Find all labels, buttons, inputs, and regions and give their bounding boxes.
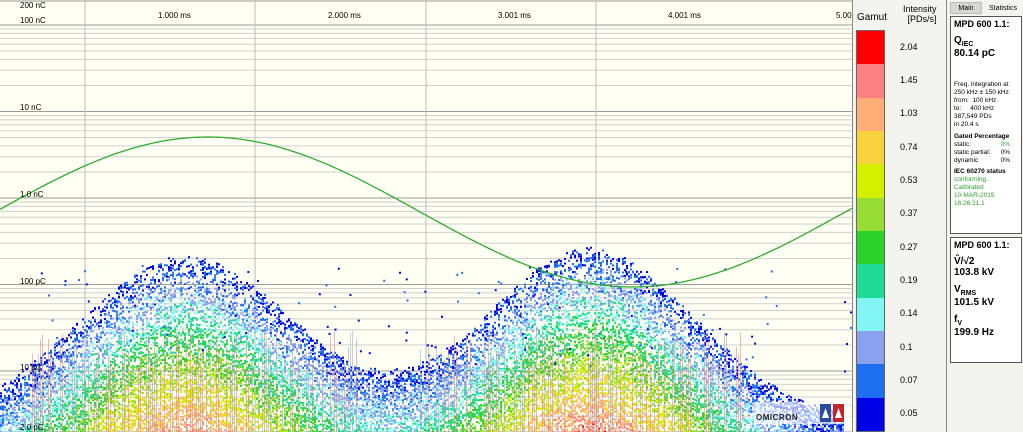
- freq-from: from: 100 kHz: [954, 97, 1018, 105]
- tab-main[interactable]: Main: [950, 2, 982, 14]
- y-label-1nc: 1.0 nC: [20, 190, 44, 199]
- tab-statistics[interactable]: Statistics: [984, 2, 1022, 14]
- gamut-band: [857, 197, 884, 232]
- static-partial-label: static partial:: [954, 149, 991, 156]
- panel-tabs: Main Statistics: [948, 2, 1023, 14]
- gamut-title: Gamut: [857, 12, 888, 23]
- intensity-title-line1: Intensity: [903, 4, 937, 14]
- gamut-value: 0.1: [900, 341, 913, 352]
- gated-dynamic: dynamic 0%: [954, 157, 1018, 165]
- gated-title: Gated Percentage: [954, 133, 1010, 140]
- x-label-1ms: 1.000 ms: [158, 11, 191, 20]
- iec-status-line1: conforming. Calibrated: [954, 176, 988, 191]
- from-label: from:: [954, 97, 969, 104]
- charge-box: MPD 600 1.1: QIEC 80.14 pC Freq. integra…: [950, 16, 1022, 234]
- v-peak-value: 103.8 kV: [954, 267, 995, 278]
- duration: in 20.4 s: [954, 121, 979, 128]
- gamut-band: [857, 264, 884, 299]
- freq-to: to: 400 kHz: [954, 105, 1018, 113]
- v-rms-subscript: RMS: [960, 290, 977, 297]
- intensity-title-line2: [PDs/s]: [907, 14, 937, 24]
- freq-line1: Freq. integration at: [954, 81, 1009, 88]
- q-iec-value: 80.14 pC: [954, 48, 996, 59]
- q-symbol: Q: [954, 35, 962, 46]
- gamut-band: [857, 297, 884, 332]
- charge-box-title: MPD 600 1.1:: [954, 19, 1010, 29]
- gamut-band: [857, 31, 884, 65]
- q-iec-label: QIEC: [954, 35, 1018, 48]
- freq-label: fV: [954, 314, 1018, 327]
- gamut-value: 0.37: [900, 208, 918, 219]
- gamut-value: 1.03: [900, 108, 918, 119]
- to-value: 400 kHz: [970, 105, 995, 112]
- v-rms-symbol: V: [954, 284, 961, 295]
- gamut-value: 0.53: [900, 175, 918, 185]
- omicron-logo-text: OMICRON: [756, 413, 799, 422]
- y-label-100nc: 100 nC: [20, 16, 46, 25]
- gamut-value: 1.45: [900, 75, 918, 85]
- gamut-color-bar[interactable]: [856, 30, 885, 432]
- v-peak-label: V̂/√2: [954, 256, 975, 267]
- gamut-band: [857, 131, 884, 165]
- iec-status-title: IEC 60270 status: [954, 168, 1006, 175]
- gamut-value: 2.04: [900, 41, 918, 52]
- static-value: 0%: [1000, 141, 1010, 148]
- intensity-scale: Gamut Intensity [PDs/s] 2.04 1.45 1.03 0.74…: [853, 0, 947, 432]
- gamut-value: 0.07: [900, 375, 918, 385]
- iec-status-line2: 10-MAR-2015: [954, 192, 995, 199]
- voltage-box-title: MPD 600 1.1:: [954, 240, 1010, 250]
- gamut-band: [857, 231, 884, 265]
- static-partial-value: 0%: [1000, 149, 1010, 156]
- from-value: 100 kHz: [972, 97, 997, 104]
- gamut-value: 0.27: [900, 241, 918, 252]
- prpd-plot-canvas: [0, 0, 852, 432]
- gamut-band: [857, 331, 884, 365]
- y-label-10pc: 10 pC: [20, 363, 42, 372]
- x-label-4ms: 4.001 ms: [668, 11, 701, 20]
- v-rms-value: 101.5 kV: [954, 297, 995, 308]
- gamut-value: 0.14: [900, 308, 918, 319]
- gamut-band: [857, 364, 884, 399]
- prpd-plot[interactable]: 200 nC 100 nC 10 nC 1.0 nC 100 pC 10 pC …: [0, 0, 853, 432]
- omicron-mark-icon: [820, 404, 844, 422]
- gamut-band: [857, 64, 884, 99]
- voltage-box: MPD 600 1.1: V̂/√2 103.8 kV VRMS 101.5 k…: [950, 237, 1022, 363]
- gated-static-partial: static partial: 0%: [954, 149, 1018, 157]
- dynamic-label: dynamic: [954, 157, 979, 164]
- y-label-10nc: 10 nC: [20, 103, 42, 112]
- to-label: to:: [954, 105, 962, 112]
- freq-value: 199.9 Hz: [954, 327, 995, 338]
- gamut-band: [857, 397, 884, 432]
- iec-status-line3: 16:26:21.1: [954, 200, 985, 207]
- pd-count: 387,549 PDs: [954, 113, 992, 120]
- x-label-5ms: 5.00: [836, 11, 852, 20]
- gamut-band: [857, 97, 884, 132]
- gated-static: static: 0%: [954, 141, 1018, 149]
- x-label-2ms: 2.000 ms: [328, 11, 361, 20]
- gamut-value: 0.74: [900, 141, 918, 152]
- measurement-panel: Main Statistics MPD 600 1.1: QIEC 80.14 …: [948, 0, 1023, 432]
- freq-subscript: V: [957, 320, 963, 327]
- intensity-title: Intensity [PDs/s]: [903, 4, 937, 24]
- gamut-value: 0.05: [900, 408, 918, 419]
- y-label-100pc: 100 pC: [20, 277, 46, 286]
- gamut-value: 0.19: [900, 275, 918, 285]
- v-rms-label: VRMS: [954, 284, 1018, 297]
- y-label-2pc: 2.0 pC: [20, 423, 44, 432]
- y-label-200nc: 200 nC: [20, 1, 46, 10]
- dynamic-value: 0%: [1000, 157, 1010, 164]
- x-label-3ms: 3.001 ms: [498, 11, 531, 20]
- omicron-logo: OMICRON: [754, 402, 850, 424]
- static-label: static:: [954, 141, 971, 148]
- q-subscript: IEC: [961, 41, 974, 48]
- gamut-band: [857, 164, 884, 199]
- freq-line2: 250 kHz ± 150 kHz: [954, 89, 1009, 96]
